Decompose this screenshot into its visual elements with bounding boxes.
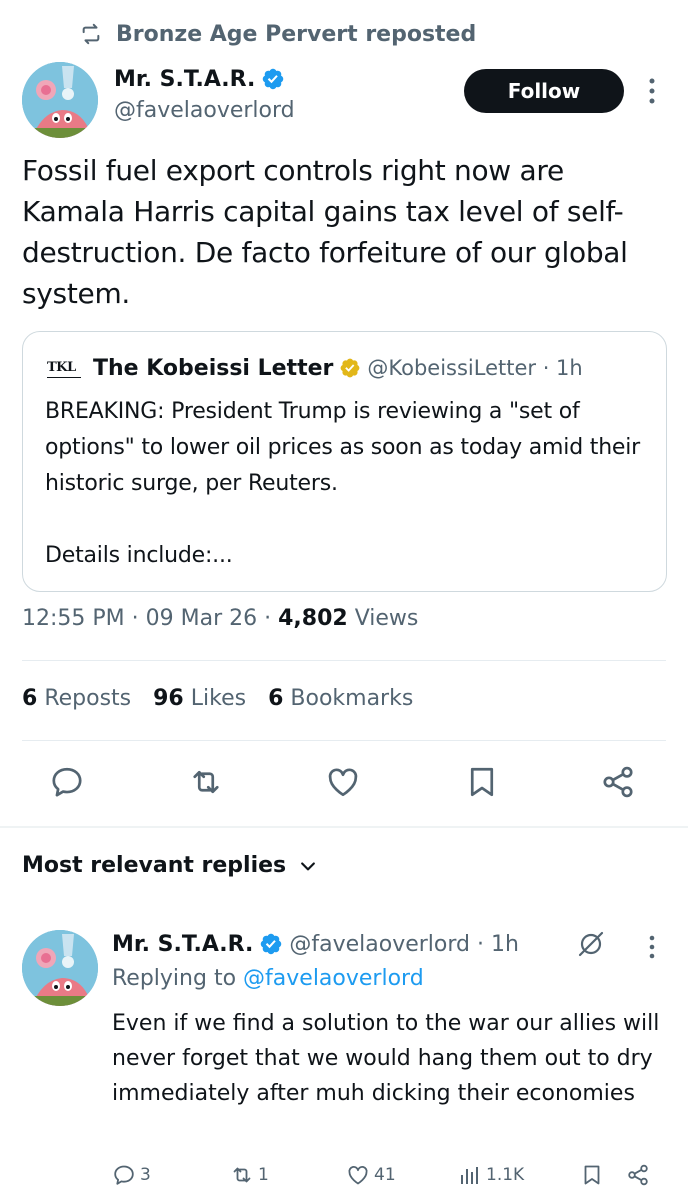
author-name[interactable]: Mr. S.T.A.R. [114,67,255,92]
repost-banner-text: Bronze Age Pervert reposted [116,21,477,47]
verified-badge-icon[interactable] [261,67,285,91]
views-label: Views [354,606,419,631]
tweet-date[interactable]: 09 Mar 26 [146,606,257,631]
repost-icon [233,1167,251,1183]
reply-like-button[interactable]: 41 [346,1163,396,1187]
avatar-image [22,930,98,1006]
quoted-avatar-logo: TKL [47,358,81,378]
heart-icon [328,768,358,797]
quoted-tweet[interactable]: TKL The Kobeissi Letter @KobeissiLetter … [22,331,667,592]
engagement-stats: 6 Reposts 96 Likes 6 Bookmarks [22,686,435,711]
follow-button[interactable]: Follow [464,69,624,113]
more-options-icon[interactable] [646,76,658,106]
chevron-down-icon [301,861,316,870]
heart-icon [348,1166,368,1185]
replies-sort-dropdown[interactable]: Most relevant replies [22,853,318,878]
reply-header[interactable]: Mr. S.T.A.R. @favelaoverlord · 1h [112,928,519,960]
repost-icon [193,770,219,794]
reposts-stat[interactable]: 6 Reposts [22,686,131,711]
quoted-handle-time: @KobeissiLetter · 1h [367,356,583,380]
author-handle[interactable]: @favelaoverlord [114,98,295,123]
share-button[interactable] [600,764,640,804]
reply-reposts-count: 1 [258,1165,269,1185]
share-icon [603,766,633,798]
reply-text: Even if we find a solution to the war ou… [112,1011,660,1106]
reply-views-button[interactable]: 1.1K [458,1163,524,1187]
replying-to: Replying to @favelaoverlord [112,966,424,991]
repost-button[interactable] [188,764,228,804]
tweet-author[interactable]: Mr. S.T.A.R. @favelaoverlord [114,62,295,124]
reply-meta[interactable]: @favelaoverlord · 1h [289,932,519,957]
replying-to-link[interactable]: @favelaoverlord [243,966,424,991]
quoted-details: Details include:... [45,543,233,568]
views-count: 4,802 [278,606,348,631]
bookmarks-stat[interactable]: 6 Bookmarks [268,686,413,711]
quoted-body: BREAKING: President Trump is reviewing a… [45,399,641,496]
reply-avatar[interactable] [22,930,98,1006]
share-icon [628,1164,648,1186]
likes-stat[interactable]: 96 Likes [153,686,246,711]
gold-verified-badge-icon [340,358,360,378]
tweet-time[interactable]: 12:55 PM [22,606,125,631]
repost-icon [82,23,100,45]
tweet-action-bar [0,764,688,808]
tweet-text: Fossil fuel export controls right now ar… [22,154,628,310]
divider [22,740,666,741]
reply-bookmark-button[interactable] [580,1163,608,1187]
bookmark-icon [584,1165,600,1185]
reply-icon [114,1165,134,1185]
quoted-author-name: The Kobeissi Letter [93,355,334,381]
quoted-text: BREAKING: President Trump is reviewing a… [45,394,655,574]
reply-icon [52,767,82,797]
bookmark-icon [470,767,494,797]
grok-icon[interactable] [576,929,606,959]
bookmark-button[interactable] [464,764,504,804]
reply-author-name[interactable]: Mr. S.T.A.R. [112,932,253,957]
reply-more-options-icon[interactable] [646,934,658,960]
reply-views-count: 1.1K [486,1165,525,1185]
reply-replies-count: 3 [140,1165,151,1185]
reply-button[interactable] [49,764,89,804]
reply-share-button[interactable] [626,1163,654,1187]
reply-repost-button[interactable]: 1 [230,1163,269,1187]
verified-badge-icon[interactable] [259,932,283,956]
section-divider [0,826,688,828]
reply-likes-count: 41 [374,1165,396,1185]
analytics-icon [461,1167,478,1184]
tweet-timestamp: 12:55 PM · 09 Mar 26 · 4,802 Views [22,606,419,631]
repost-banner[interactable]: Bronze Age Pervert reposted [80,18,476,50]
reply-action-bar: 3 1 41 1.1K [112,1158,672,1192]
replies-section-title: Most relevant replies [22,853,287,878]
avatar[interactable] [22,62,98,138]
like-button[interactable] [325,764,365,804]
divider [22,660,666,661]
avatar-image [22,62,98,138]
reply-reply-button[interactable]: 3 [112,1163,151,1187]
